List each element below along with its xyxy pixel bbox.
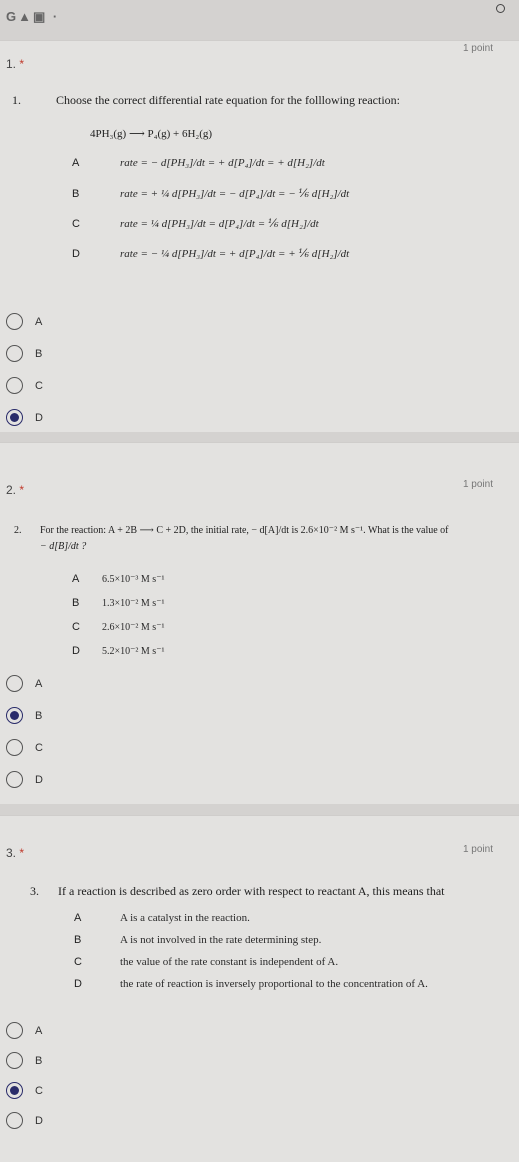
choice-letter: B xyxy=(72,597,80,609)
radio-option-d[interactable]: D xyxy=(6,409,43,426)
choice-expression: 2.6×10⁻² M s⁻¹ xyxy=(102,621,165,633)
choice-letter: D xyxy=(74,978,82,990)
choice-letter: A xyxy=(74,912,82,924)
choice-expression: 5.2×10⁻² M s⁻¹ xyxy=(102,645,165,657)
radio-option-a[interactable]: A xyxy=(6,675,42,692)
status-bar: G▲▣ · xyxy=(0,0,519,34)
question-card-3: 3. * 1 point 3. If a reaction is describ… xyxy=(0,815,519,1162)
radio-button[interactable] xyxy=(6,313,23,330)
radio-button[interactable] xyxy=(6,345,23,362)
option-label: C xyxy=(35,741,43,754)
radio-option-c[interactable]: C xyxy=(6,377,43,394)
radio-button-selected[interactable] xyxy=(6,1082,23,1099)
question-points: 1 point xyxy=(462,479,493,490)
option-label: C xyxy=(35,1084,43,1097)
radio-option-b[interactable]: B xyxy=(6,345,42,362)
choice-row-d: D rate = − ¼ d[PH₃]/dt = + d[P₄]/dt = + … xyxy=(72,247,350,261)
choice-expression: A is not involved in the rate determinin… xyxy=(120,934,322,946)
choice-expression: rate = + ¼ d[PH₃]/dt = − d[P₄]/dt = − ⅙ … xyxy=(120,188,350,200)
choice-row-b: B A is not involved in the rate determin… xyxy=(74,934,321,946)
option-label: B xyxy=(35,347,43,360)
radio-button-selected[interactable] xyxy=(6,409,23,426)
question-card-1: 1. * 1 point 1. Choose the correct diffe… xyxy=(0,40,519,432)
choice-expression: 6.5×10⁻³ M s⁻¹ xyxy=(102,573,165,585)
option-label: B xyxy=(35,1054,43,1067)
radio-button[interactable] xyxy=(6,675,23,692)
radio-button[interactable] xyxy=(6,1112,23,1129)
question-text: Choose the correct differential rate equ… xyxy=(56,93,400,107)
notification-dot-icon xyxy=(496,4,505,13)
choice-row-d: D the rate of reaction is inversely prop… xyxy=(74,978,428,990)
option-label: A xyxy=(35,677,43,690)
question-card-2: 2. * 1 point 2. For the reaction: A + 2B… xyxy=(0,442,519,804)
question-points: 1 point xyxy=(462,43,493,54)
choice-letter: B xyxy=(74,934,82,946)
choice-expression: rate = ¼ d[PH₃]/dt = d[P₄]/dt = ⅙ d[H₂]/… xyxy=(120,218,319,230)
radio-button[interactable] xyxy=(6,377,23,394)
choice-row-c: C rate = ¼ d[PH₃]/dt = d[P₄]/dt = ⅙ d[H₂… xyxy=(72,217,319,231)
reaction-equation: 4PH₃(g) ⟶ P₄(g) + 6H₂(g) xyxy=(90,128,213,140)
choice-letter: A xyxy=(72,157,80,169)
radio-button-selected[interactable] xyxy=(6,707,23,724)
radio-option-d[interactable]: D xyxy=(6,1112,43,1129)
choice-expression: rate = − d[PH₃]/dt = + d[P₄]/dt = + d[H₂… xyxy=(120,157,325,169)
choice-row-a: A 6.5×10⁻³ M s⁻¹ xyxy=(72,573,164,585)
choice-expression: A is a catalyst in the reaction. xyxy=(120,912,250,924)
choice-row-d: D 5.2×10⁻² M s⁻¹ xyxy=(72,645,164,657)
option-label: A xyxy=(35,1024,43,1037)
option-label: B xyxy=(35,709,43,722)
question-number: 1. * xyxy=(6,57,25,71)
choice-letter: D xyxy=(72,645,80,657)
option-label: D xyxy=(35,411,43,424)
option-label: A xyxy=(35,315,43,328)
radio-option-b[interactable]: B xyxy=(6,707,42,724)
choice-letter: D xyxy=(72,247,80,260)
choice-expression: rate = − ¼ d[PH₃]/dt = + d[P₄]/dt = + ⅙ … xyxy=(120,248,350,260)
question-points: 1 point xyxy=(462,844,493,855)
radio-button[interactable] xyxy=(6,739,23,756)
question-text-continued: − d[B]/dt ? xyxy=(40,541,87,552)
choice-row-c: C 2.6×10⁻² M s⁻¹ xyxy=(72,621,164,633)
radio-option-c[interactable]: C xyxy=(6,739,43,756)
choice-row-b: B rate = + ¼ d[PH₃]/dt = − d[P₄]/dt = − … xyxy=(72,187,350,201)
radio-option-d[interactable]: D xyxy=(6,771,43,788)
question-number: 3. * xyxy=(6,846,25,860)
radio-button[interactable] xyxy=(6,771,23,788)
status-icons: G▲▣ · xyxy=(6,9,60,24)
radio-option-c[interactable]: C xyxy=(6,1082,43,1099)
choice-letter: C xyxy=(74,956,82,968)
choice-expression: the rate of reaction is inversely propor… xyxy=(120,978,428,990)
radio-option-a[interactable]: A xyxy=(6,1022,42,1039)
choice-row-c: C the value of the rate constant is inde… xyxy=(74,956,338,968)
question-text: If a reaction is described as zero order… xyxy=(58,884,445,898)
choice-expression: the value of the rate constant is indepe… xyxy=(120,956,339,968)
option-label: D xyxy=(35,1114,43,1127)
radio-button[interactable] xyxy=(6,1052,23,1069)
question-text: For the reaction: A + 2B ⟶ C + 2D, the i… xyxy=(40,525,449,536)
choice-row-a: A rate = − d[PH₃]/dt = + d[P₄]/dt = + d[… xyxy=(72,157,325,169)
choice-letter: A xyxy=(72,573,80,585)
question-stem-index: 2. xyxy=(14,525,22,536)
radio-button[interactable] xyxy=(6,1022,23,1039)
choice-row-a: A A is a catalyst in the reaction. xyxy=(74,912,250,924)
question-stem-index: 1. xyxy=(12,93,21,107)
question-number: 2. * xyxy=(6,483,25,497)
question-stem-index: 3. xyxy=(30,884,39,898)
choice-expression: 1.3×10⁻² M s⁻¹ xyxy=(102,597,165,609)
option-label: D xyxy=(35,773,43,786)
radio-option-a[interactable]: A xyxy=(6,313,42,330)
choice-letter: B xyxy=(72,187,80,200)
choice-row-b: B 1.3×10⁻² M s⁻¹ xyxy=(72,597,164,609)
choice-letter: C xyxy=(72,217,80,230)
choice-letter: C xyxy=(72,621,80,633)
option-label: C xyxy=(35,379,43,392)
radio-option-b[interactable]: B xyxy=(6,1052,42,1069)
